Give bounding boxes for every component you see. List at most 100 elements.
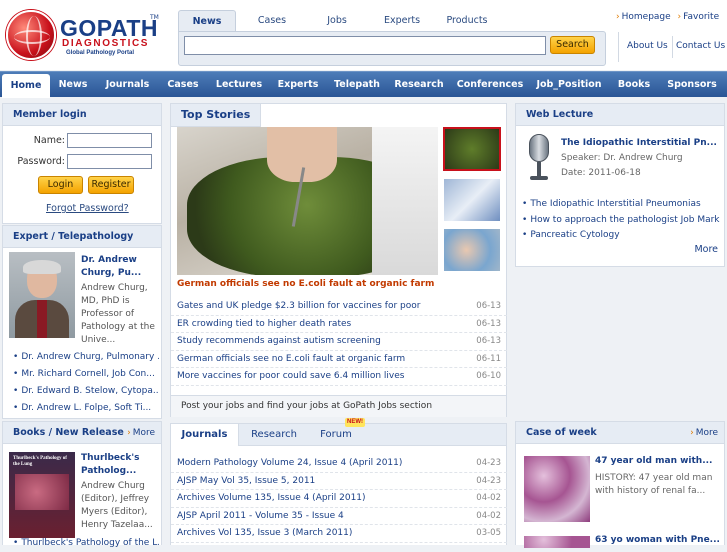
books-title: Books / New Release (13, 427, 124, 438)
search-tabs: News Cases Jobs Experts Products (178, 10, 606, 31)
case2-title[interactable]: 63 yo woman with Pne... (595, 535, 721, 545)
expert-list-item[interactable]: Mr. Richard Cornell, Job Con... (13, 366, 159, 383)
book-featured-title[interactable]: Thurlbeck's Patholog... (81, 452, 159, 478)
homepage-link[interactable]: Homepage (622, 12, 671, 22)
expert-list-item[interactable]: Dr. Edward B. Stelow, Cytopa... (13, 383, 159, 400)
journals-panel: Journals Research Forum NEW! Modern Path… (170, 418, 507, 545)
story-title: German officials see no E.coli fault at … (177, 353, 406, 364)
tab-research[interactable]: Research (241, 424, 307, 446)
nav-books[interactable]: Books (613, 72, 655, 98)
contact-us-link[interactable]: Contact Us (676, 41, 725, 51)
story-thumbnail-1[interactable] (443, 127, 501, 171)
search-tab-experts[interactable]: Experts (373, 10, 431, 31)
register-button[interactable]: Register (88, 176, 134, 194)
nav-research[interactable]: Research (392, 72, 446, 98)
journal-date: 03-05 (476, 528, 501, 538)
story-date: 06-13 (476, 301, 501, 311)
about-us-link[interactable]: About Us (627, 41, 668, 51)
journal-row[interactable]: Modern Pathology Volume 24, Issue 4 (Apr… (171, 455, 507, 473)
book-list-item[interactable]: Thurlbeck's Pathology of the L... (13, 535, 159, 552)
gopath-logo[interactable]: GOPATH TM DIAGNOSTICS Global Pathology P… (6, 10, 159, 62)
brand-tagline: Global Pathology Portal (66, 50, 135, 56)
search-tab-news[interactable]: News (178, 10, 236, 31)
search-box: News Cases Jobs Experts Products Search (178, 10, 606, 66)
login-button[interactable]: Login (38, 176, 83, 194)
story-thumbnail-3[interactable] (444, 229, 500, 271)
nav-job-position[interactable]: Job_Position (533, 72, 605, 98)
nav-conferences[interactable]: Conferences (456, 72, 524, 98)
lecture-list-item[interactable]: Pancreatic Cytology (522, 228, 722, 244)
lecture-featured-title[interactable]: The Idiopathic Interstitial Pn... (561, 138, 717, 148)
journals-tabs: Journals Research Forum NEW! (171, 418, 506, 446)
search-panel: Search (178, 31, 606, 66)
tab-journals[interactable]: Journals (171, 424, 239, 446)
story-row[interactable]: ER crowding tied to higher death rates 06… (171, 316, 507, 333)
search-tab-products[interactable]: Products (438, 10, 496, 31)
member-login-title: Member login (3, 104, 161, 126)
story-title: Gates and UK pledge $2.3 billion for vac… (177, 301, 421, 311)
journal-title: Archives Vol 135, Issue 3 (March 2011) (177, 528, 353, 538)
forgot-password-link[interactable]: Forgot Password? (46, 203, 129, 214)
nav-journals[interactable]: Journals (100, 72, 155, 98)
name-label: Name: (33, 135, 65, 146)
search-button[interactable]: Search (550, 36, 595, 54)
case-more-link[interactable]: › More (690, 422, 718, 444)
more-label: More (132, 428, 155, 438)
journal-row[interactable]: Archives Volume 135, Issue 4 (April 2011… (171, 490, 507, 508)
utility-links: › Homepage › Favorite (616, 12, 723, 22)
case-of-week-title-bar: Case of week › More (516, 422, 724, 444)
lecture-more-link[interactable]: More (694, 244, 718, 255)
case1-image[interactable] (524, 456, 590, 522)
lecture-list-item[interactable]: How to approach the pathologist Job Mark (522, 213, 722, 229)
books-more-link[interactable]: › More (127, 422, 155, 444)
tab-forum-label: Forum (320, 429, 352, 440)
story-row[interactable]: German officials see no E.coli fault at … (171, 351, 507, 368)
nav-cases[interactable]: Cases (162, 72, 204, 98)
search-tab-jobs[interactable]: Jobs (308, 10, 366, 31)
story-row[interactable]: Study recommends against autism screenin… (171, 333, 507, 351)
story-row[interactable]: Gates and UK pledge $2.3 billion for vac… (171, 298, 507, 316)
password-label: Password: (17, 156, 65, 167)
book-featured-desc: Andrew Churg (Editor), Jeffrey Myers (Ed… (81, 481, 153, 530)
journal-row[interactable]: AJSP April 2011 - Volume 35 - Issue 4 04-… (171, 508, 507, 525)
case1-title[interactable]: 47 year old man with... (595, 456, 721, 466)
microphone-icon (526, 134, 552, 186)
story-thumbnail-2[interactable] (444, 179, 500, 221)
journal-row[interactable]: Archives Vol 135, Issue 3 (March 2011) 03… (171, 525, 507, 543)
book-cover[interactable]: Thurlbeck's Pathology of the Lung (9, 452, 75, 538)
expert-featured-name[interactable]: Dr. Andrew Churg, Pu... (81, 254, 159, 280)
nav-sponsors[interactable]: Sponsors (664, 72, 720, 98)
book-cover-title: Thurlbeck's Pathology of the Lung (13, 456, 67, 467)
top-stories-header: Top Stories (171, 104, 506, 127)
site-header: GOPATH TM DIAGNOSTICS Global Pathology P… (0, 0, 727, 70)
nav-news[interactable]: News (53, 72, 93, 98)
search-input[interactable] (184, 36, 546, 55)
expert-list-item[interactable]: Dr. Andrew L. Folpe, Soft Ti... (13, 400, 159, 417)
lecture-list: The Idiopathic Interstitial Pneumonias H… (522, 197, 722, 244)
top-story-caption[interactable]: German officials see no E.coli fault at … (177, 279, 434, 289)
expert-list: Dr. Andrew Churg, Pulmonary ... Mr. Rich… (13, 349, 159, 417)
nav-experts[interactable]: Experts (274, 72, 322, 98)
expert-panel: Expert / Telepathology Dr. Andrew Churg,… (2, 225, 162, 419)
story-row[interactable]: More vaccines for poor could save 6.4 mi… (171, 368, 507, 386)
nav-home[interactable]: Home (2, 74, 50, 98)
name-field[interactable] (67, 133, 152, 148)
lecture-list-item[interactable]: The Idiopathic Interstitial Pneumonias (522, 197, 722, 213)
expert-list-item[interactable]: Dr. Andrew Churg, Pulmonary ... (13, 349, 159, 366)
favorite-link[interactable]: Favorite (683, 12, 719, 22)
nav-lectures[interactable]: Lectures (212, 72, 266, 98)
arrow-icon: › (690, 428, 694, 438)
journal-date: 04-23 (476, 458, 501, 468)
journal-row[interactable]: AJSP May Vol 35, Issue 5, 2011 04-23 (171, 473, 507, 490)
top-story-image[interactable] (177, 127, 438, 275)
search-tab-cases[interactable]: Cases (243, 10, 301, 31)
story-title: More vaccines for poor could save 6.4 mi… (177, 371, 405, 381)
tab-forum[interactable]: Forum NEW! (311, 418, 365, 446)
nav-telepath[interactable]: Telepath (331, 72, 383, 98)
case2-image[interactable] (524, 536, 590, 548)
story-title: ER crowding tied to higher death rates (177, 318, 352, 329)
jobs-banner[interactable]: Post your jobs and find your jobs at GoP… (171, 395, 506, 417)
password-field[interactable] (67, 154, 152, 169)
expert-photo[interactable] (9, 252, 75, 338)
story-date: 06-13 (476, 318, 501, 329)
